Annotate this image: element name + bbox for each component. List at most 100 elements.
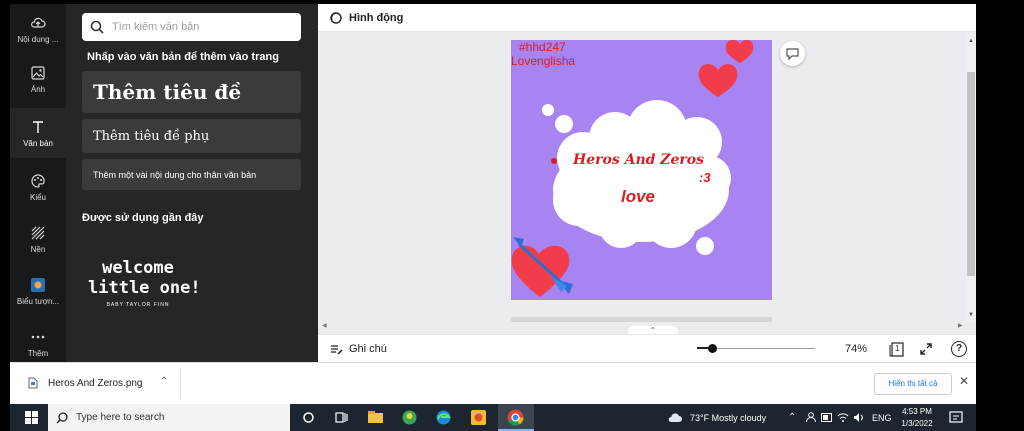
weather-cloud-icon[interactable] bbox=[667, 410, 683, 424]
palette-icon bbox=[31, 174, 45, 188]
wifi-icon[interactable] bbox=[837, 412, 849, 423]
rail-item-label: Biểu tượn... bbox=[16, 297, 60, 306]
notes-icon bbox=[331, 345, 343, 355]
title-text[interactable]: Heros And Zeros bbox=[573, 152, 704, 168]
logo-icon bbox=[31, 278, 45, 292]
zoom-fill bbox=[697, 347, 708, 349]
clock-time: 4:53 PM bbox=[902, 407, 932, 416]
show-all-button[interactable]: Hiển thị tất cả bbox=[874, 373, 952, 395]
add-comment-button[interactable] bbox=[780, 41, 805, 66]
game-app-icon[interactable] bbox=[469, 408, 488, 427]
page-artwork bbox=[511, 40, 754, 297]
rail-item-uploads[interactable]: Nội dung ... bbox=[10, 4, 66, 54]
search-icon bbox=[90, 20, 104, 34]
rail-item-photos[interactable]: Ảnh bbox=[10, 54, 66, 104]
recent-preset-line2: little one! bbox=[88, 278, 201, 298]
side-rail: Nội dung ... Ảnh Văn bản Kiểu Nền Biểu t… bbox=[10, 4, 66, 362]
rail-item-label: Thêm bbox=[27, 349, 49, 358]
hashtag-text[interactable]: #hhd247 bbox=[519, 40, 566, 54]
add-heading-button[interactable]: Thêm tiêu đề bbox=[82, 71, 301, 113]
fullscreen-icon[interactable] bbox=[919, 342, 933, 356]
file-explorer-icon[interactable] bbox=[366, 408, 385, 427]
text-panel: Nhấp vào văn bản để thêm vào trang Thêm … bbox=[66, 4, 382, 362]
file-icon bbox=[28, 377, 38, 389]
help-icon: ? bbox=[955, 343, 963, 354]
text-icon bbox=[33, 121, 43, 133]
search-icon bbox=[56, 412, 68, 424]
more-icon bbox=[31, 335, 45, 339]
vertical-scroll-thumb[interactable] bbox=[967, 72, 975, 276]
scroll-down-icon[interactable]: ▼ bbox=[968, 312, 974, 318]
search-box[interactable] bbox=[82, 13, 301, 41]
chrome-taskbar-button[interactable] bbox=[498, 404, 534, 431]
download-filename[interactable]: Heros And Zeros.png bbox=[48, 378, 143, 389]
scroll-up-icon[interactable]: ▲ bbox=[968, 38, 974, 44]
clock[interactable]: 4:53 PM 1/3/2022 bbox=[897, 406, 937, 430]
recent-heading: Được sử dụng gần đây bbox=[82, 212, 204, 224]
emoticon-text[interactable]: :3 bbox=[699, 170, 711, 185]
people-icon[interactable] bbox=[805, 412, 817, 423]
rail-item-logos[interactable]: Biểu tượn... bbox=[10, 266, 66, 316]
search-input[interactable] bbox=[112, 18, 292, 36]
download-bar: Heros And Zeros.png ⌃ Hiển thị tất cả ✕ bbox=[10, 362, 976, 404]
clock-date: 1/3/2022 bbox=[901, 419, 933, 428]
animate-icon bbox=[330, 12, 342, 24]
zoom-slider[interactable] bbox=[697, 344, 815, 354]
rail-item-label: Nền bbox=[30, 245, 46, 254]
recent-preset-line3: BABY TAYLOR FINN bbox=[106, 302, 170, 308]
help-button[interactable]: ? bbox=[951, 341, 967, 357]
rail-item-label: Văn bản bbox=[23, 139, 53, 148]
close-icon[interactable]: ✕ bbox=[959, 374, 969, 388]
scroll-right-icon[interactable]: ▶ bbox=[958, 322, 963, 329]
show-all-label: Hiển thị tất cả bbox=[888, 379, 938, 388]
page-count-button[interactable]: 1 bbox=[889, 341, 905, 357]
design-page[interactable]: #hhd247 Lovenglisha Heros And Zeros :3 l… bbox=[511, 40, 772, 300]
editor-toolbar: Hình động bbox=[318, 4, 976, 32]
add-text-heading: Nhấp vào văn bản để thêm vào trang bbox=[87, 51, 279, 63]
editor-footer: Ghi chú 74% 1 ? bbox=[318, 334, 976, 362]
canvas-vertical-scrollbar[interactable]: ▲ ▼ bbox=[966, 32, 976, 322]
comment-plus-icon bbox=[786, 48, 799, 61]
rail-item-more[interactable]: Thêm bbox=[10, 318, 66, 368]
heart-top-small bbox=[725, 40, 754, 63]
add-body-text-button[interactable]: Thêm một vài nội dung cho thân văn bản bbox=[82, 159, 301, 190]
windows-taskbar: Type here to search 73°F Mostly cloudy ⌃… bbox=[10, 404, 976, 431]
input-language[interactable]: ENG bbox=[872, 404, 892, 431]
task-view-icon[interactable] bbox=[332, 408, 351, 427]
page-count: 1 bbox=[895, 344, 900, 353]
add-subheading-button[interactable]: Thêm tiêu đề phụ bbox=[82, 119, 301, 153]
animate-button[interactable]: Hình động bbox=[349, 12, 403, 24]
volume-icon[interactable] bbox=[853, 412, 865, 423]
add-subheading-label: Thêm tiêu đề phụ bbox=[93, 128, 210, 144]
recent-text-preset[interactable]: welcome little one! BABY TAYLOR FINN bbox=[88, 258, 201, 320]
author-text[interactable]: Lovenglisha bbox=[511, 54, 575, 68]
rail-item-styles[interactable]: Kiểu bbox=[10, 162, 66, 212]
zoom-handle[interactable] bbox=[708, 344, 717, 353]
rail-item-label: Kiểu bbox=[29, 193, 46, 202]
add-body-label: Thêm một vài nội dung cho thân văn bản bbox=[93, 169, 257, 180]
scroll-left-icon[interactable]: ◀ bbox=[322, 322, 327, 329]
rail-item-backgrounds[interactable]: Nền bbox=[10, 214, 66, 264]
upload-cloud-icon bbox=[31, 17, 46, 28]
chrome-icon bbox=[507, 409, 524, 426]
rail-item-text[interactable]: Văn bản bbox=[10, 108, 66, 158]
zoom-level[interactable]: 74% bbox=[845, 343, 867, 355]
notification-center-icon[interactable] bbox=[949, 411, 963, 425]
add-heading-label: Thêm tiêu đề bbox=[93, 80, 242, 104]
taskbar-search-box[interactable]: Type here to search bbox=[48, 404, 290, 431]
photo-icon bbox=[31, 66, 45, 80]
battery-icon[interactable] bbox=[821, 413, 833, 422]
task-view-cortana-icon[interactable] bbox=[299, 408, 318, 427]
maps-app-icon[interactable] bbox=[400, 408, 419, 427]
app-window: Nội dung ... Ảnh Văn bản Kiểu Nền Biểu t… bbox=[0, 0, 1024, 431]
bullet-dot bbox=[551, 158, 557, 164]
notes-button[interactable]: Ghi chú bbox=[349, 343, 387, 355]
heart-arrow bbox=[511, 237, 573, 297]
chevron-up-icon[interactable]: ⌃ bbox=[160, 376, 168, 387]
tray-chevron-up-icon[interactable]: ⌃ bbox=[788, 404, 796, 431]
divider bbox=[180, 369, 181, 399]
love-text[interactable]: love bbox=[621, 187, 655, 207]
windows-start-icon[interactable] bbox=[25, 411, 38, 424]
edge-browser-icon[interactable] bbox=[434, 408, 453, 427]
weather-text[interactable]: 73°F Mostly cloudy bbox=[690, 404, 766, 431]
